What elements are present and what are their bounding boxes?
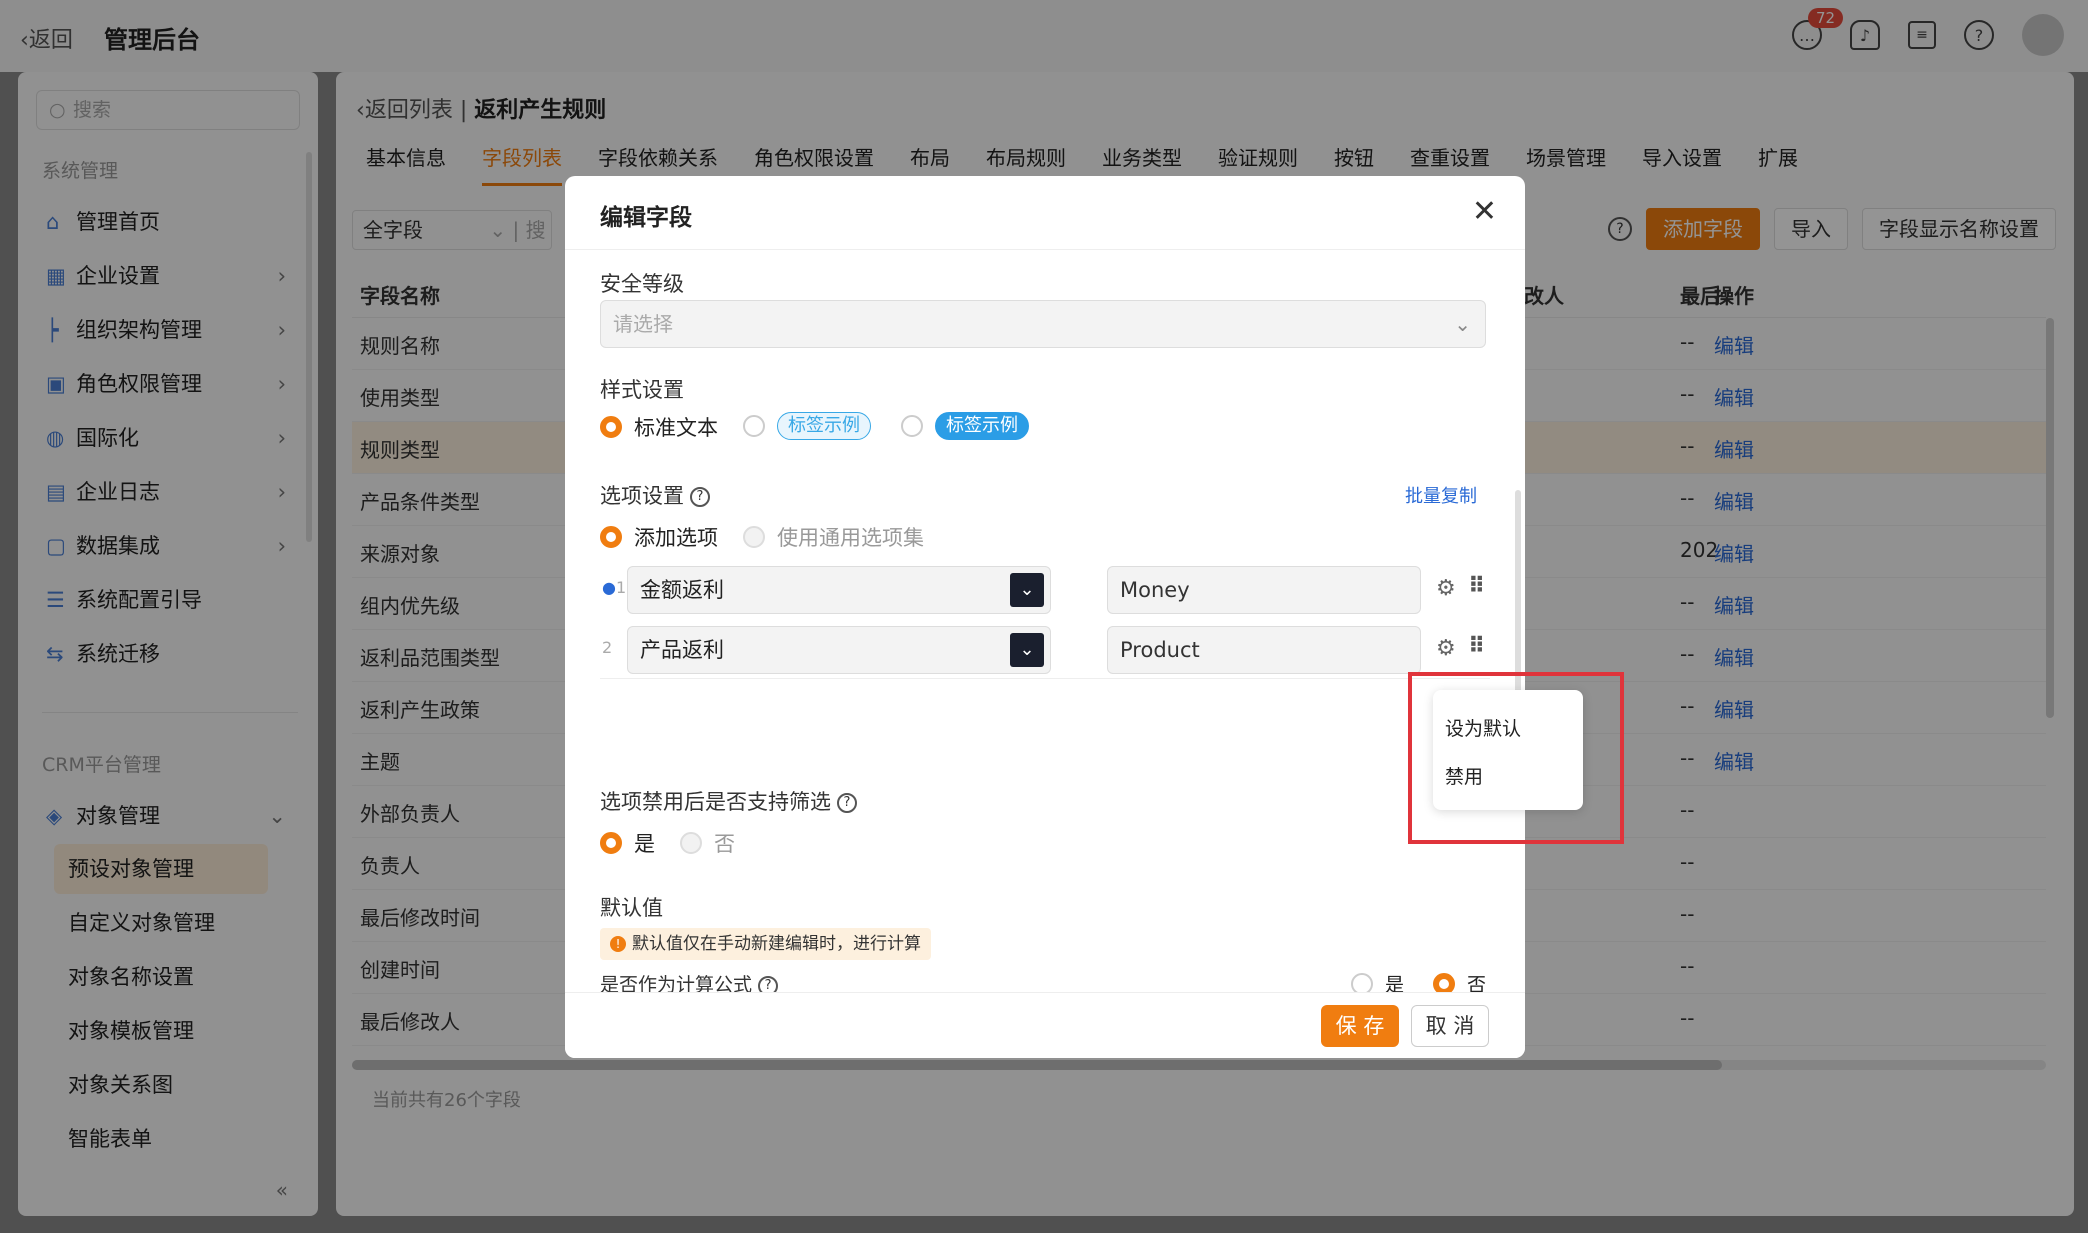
style-tag-solid-radio[interactable]: 标签示例 [901,412,1029,440]
chevron-down-icon: ⌄ [1454,312,1471,336]
style-tag-outline-radio[interactable]: 标签示例 [743,412,871,440]
style-label: 样式设置 [600,378,684,402]
warning-icon: ! [610,936,626,952]
help-icon: ? [690,487,710,507]
cancel-button[interactable]: 取 消 [1411,1005,1489,1047]
default-label: 默认值 [600,896,663,920]
close-icon[interactable]: ✕ [1472,194,1497,229]
option-row: 2 产品返利 ⌄ Product ⚙ ⠿ [600,624,1500,676]
modal-title: 编辑字段 [600,205,692,231]
color-picker-button[interactable]: ⌄ [1010,573,1044,607]
help-icon: ? [837,793,857,813]
gear-icon[interactable]: ⚙ [1436,636,1456,661]
options-label: 选项设置? [600,480,710,510]
option-name-input[interactable]: 产品返利 ⌄ [627,626,1051,674]
filter-no-radio[interactable]: 否 [680,828,735,858]
option-number: 2 [602,638,613,657]
option-number: ●1 [602,578,627,597]
edit-field-modal: 编辑字段 ✕ 安全等级 请选择 ⌄ 样式设置 标准文本 标签示例 标签示例 选项设… [565,176,1525,1058]
option-name-input[interactable]: 金额返利 ⌄ [627,566,1051,614]
option-row: ●1 金额返利 ⌄ Money ⚙ ⠿ [600,564,1500,616]
filter-support-label: 选项禁用后是否支持筛选? [600,786,857,816]
option-value-input[interactable]: Product [1107,626,1421,674]
modal-header: 编辑字段 ✕ [565,176,1525,250]
filter-yes-radio[interactable]: 是 [600,828,655,858]
style-plain-radio[interactable]: 标准文本 [600,412,718,442]
options-divider [600,678,1490,679]
batch-copy-link[interactable]: 批量复制 [1405,482,1477,508]
gear-icon[interactable]: ⚙ [1436,576,1456,601]
use-option-set-radio[interactable]: 使用通用选项集 [743,522,924,552]
drag-handle-icon[interactable]: ⠿ [1468,574,1485,599]
security-label: 安全等级 [600,272,684,296]
color-picker-button[interactable]: ⌄ [1010,633,1044,667]
modal-footer: 保 存 取 消 [565,992,1525,1058]
add-options-radio[interactable]: 添加选项 [600,522,718,552]
drag-handle-icon[interactable]: ⠿ [1468,634,1485,659]
option-value-input[interactable]: Money [1107,566,1421,614]
default-warning: ! 默认值仅在手动新建编辑时，进行计算 [600,928,931,960]
save-button[interactable]: 保 存 [1321,1005,1399,1047]
security-select[interactable]: 请选择 ⌄ [600,300,1486,348]
highlight-box [1408,672,1624,844]
